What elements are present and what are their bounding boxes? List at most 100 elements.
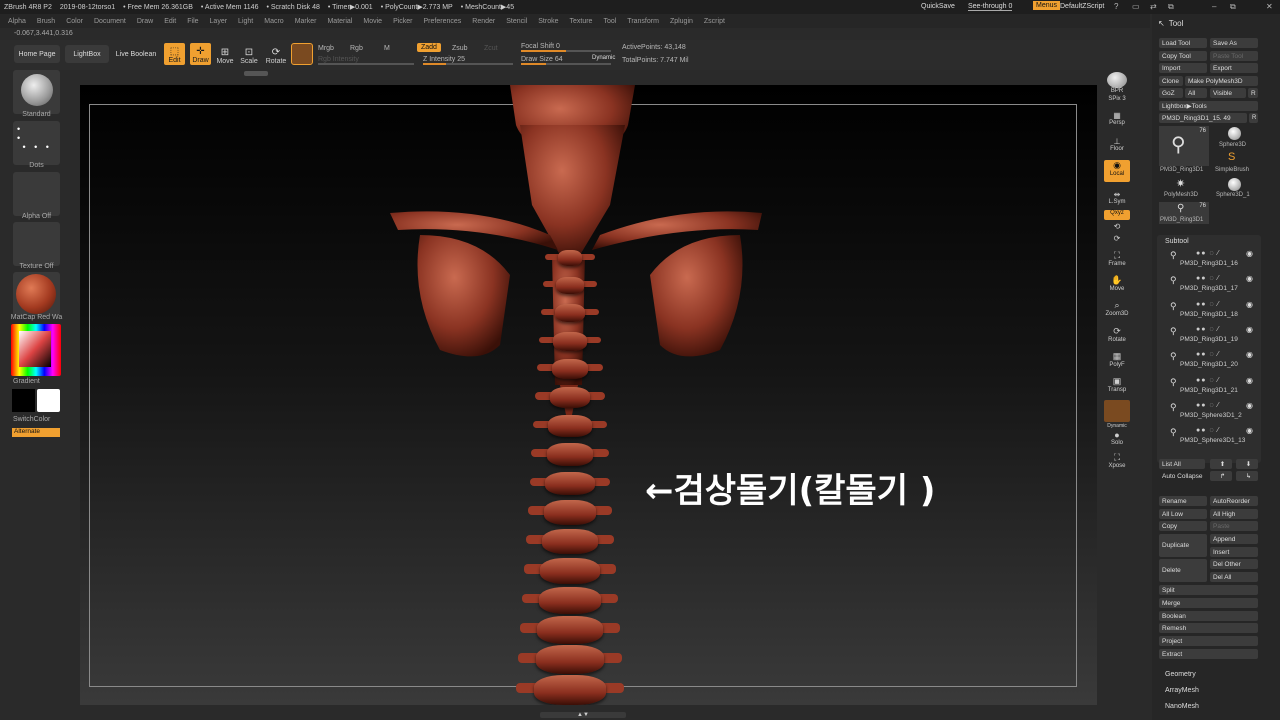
split-button[interactable]: Split [1159, 585, 1258, 595]
eye-icon[interactable]: ◉ [1246, 401, 1253, 410]
eye-icon[interactable]: ◉ [1246, 274, 1253, 283]
subtool-header[interactable]: Subtool [1165, 238, 1189, 245]
subtool-toggle-icons[interactable]: ●● ◌ ⁄ [1196, 301, 1220, 308]
draw-size-slider[interactable]: Draw Size 64 [521, 56, 563, 63]
shelf-scroll-handle[interactable] [244, 71, 268, 76]
menu-texture[interactable]: Texture [569, 18, 592, 25]
xyz-button[interactable]: Qxyz [1104, 210, 1130, 220]
load-tool-button[interactable]: Load Tool [1159, 38, 1207, 48]
project-button[interactable]: Project [1159, 636, 1258, 646]
move-up-arrow-icon[interactable]: ⬆ [1210, 459, 1232, 469]
solo-button[interactable]: ● Solo [1104, 430, 1130, 446]
zoom3d-button[interactable]: ⌕ Zoom3D [1104, 300, 1130, 317]
rgb-button[interactable]: Rgb [350, 45, 363, 52]
color-picker[interactable] [11, 324, 61, 376]
quicksave-button[interactable]: QuickSave [921, 3, 955, 10]
palette-icon[interactable]: ⧉ [1168, 2, 1174, 12]
eye-icon[interactable]: ◉ [1246, 300, 1253, 309]
rotate-axis-2-icon[interactable]: ⟳ [1104, 234, 1130, 243]
menu-preferences[interactable]: Preferences [424, 18, 462, 25]
tool-thumb-pm3d-ring[interactable]: 76 ⚲ [1159, 126, 1209, 166]
switchcolor-button[interactable]: SwitchColor [13, 416, 66, 423]
goz-button[interactable]: GoZ [1159, 88, 1183, 98]
z-intensity-slider[interactable]: Z Intensity 25 [423, 56, 465, 63]
copy-button[interactable]: Copy [1159, 521, 1207, 531]
close-icon[interactable]: ✕ [1266, 2, 1273, 11]
spix-slider[interactable]: SPix 3 [1104, 96, 1130, 102]
rgb-intensity-track[interactable] [318, 63, 414, 65]
eye-icon[interactable]: ◉ [1246, 376, 1253, 385]
bpr-button[interactable]: BPR [1104, 72, 1130, 94]
draw-size-track[interactable] [521, 63, 611, 65]
auto-collapse-button[interactable]: Auto Collapse [1159, 471, 1208, 481]
append-button[interactable]: Append [1210, 534, 1258, 544]
transp-button[interactable]: ▣ Transp [1104, 376, 1130, 393]
menus-button[interactable]: Menus [1033, 1, 1061, 10]
main-color-swatch[interactable] [37, 389, 60, 412]
del-other-button[interactable]: Del Other [1210, 559, 1258, 569]
subtool-toggle-icons[interactable]: ●● ◌ ⁄ [1196, 326, 1220, 333]
stroke-thumbnail[interactable]: • • • • • [13, 121, 60, 165]
subtool-item[interactable]: ⚲ ●● ◌ ⁄ ◉ PM3D_Ring3D1_21 [1166, 375, 1258, 397]
subtool-toggle-icons[interactable]: ●● ◌ ⁄ [1196, 402, 1220, 409]
zcut-button[interactable]: Zcut [484, 45, 498, 52]
subtool-toggle-icons[interactable]: ●● ◌ ⁄ [1196, 427, 1220, 434]
autoreorder-button[interactable]: AutoReorder [1210, 496, 1258, 506]
goz-visible-button[interactable]: Visible [1210, 88, 1246, 98]
alpha-thumbnail[interactable] [13, 172, 60, 216]
menu-layer[interactable]: Layer [210, 18, 228, 25]
subtool-item[interactable]: ⚲ ●● ◌ ⁄ ◉ PM3D_Ring3D1_18 [1166, 299, 1258, 321]
current-tool-slider[interactable]: PM3D_Ring3D1_15. 49 [1159, 113, 1247, 123]
rename-button[interactable]: Rename [1159, 496, 1207, 506]
brush-thumbnail[interactable] [13, 70, 60, 114]
rotate-axis-icon[interactable]: ⟲ [1104, 222, 1130, 231]
lightbox-button[interactable]: LightBox [65, 45, 109, 63]
help-icon[interactable]: ? [1114, 2, 1118, 11]
delete-button[interactable]: Delete [1159, 559, 1207, 582]
nanomesh-section[interactable]: NanoMesh [1165, 703, 1199, 710]
del-all-button[interactable]: Del All [1210, 572, 1258, 582]
subtool-toggle-icons[interactable]: ●● ◌ ⁄ [1196, 275, 1220, 282]
arrow-right-up-icon[interactable]: ↱ [1210, 471, 1232, 481]
alternate-button[interactable]: Alternate [12, 428, 60, 437]
material-swatch[interactable] [291, 43, 313, 65]
menu-draw[interactable]: Draw [137, 18, 153, 25]
subtool-item[interactable]: ⚲ ●● ◌ ⁄ ◉ PM3D_Sphere3D1_2 [1166, 400, 1258, 422]
paste-tool-button[interactable]: Paste Tool [1210, 51, 1258, 61]
focal-shift-track[interactable] [521, 50, 611, 52]
canvas-viewport[interactable]: ←검상돌기(칼돌기 ) [80, 85, 1097, 705]
frame-button[interactable]: ⛶ Frame [1104, 250, 1130, 267]
layout-icon[interactable]: ▭ [1132, 2, 1140, 11]
move-view-button[interactable]: ✋ Move [1104, 275, 1130, 292]
rotate-button[interactable]: ⟳ Rotate [265, 43, 287, 65]
move-down-arrow-icon[interactable]: ⬇ [1236, 459, 1258, 469]
tool-header[interactable]: ↖ Tool [1152, 14, 1280, 32]
subtool-item[interactable]: ⚲ ●● ◌ ⁄ ◉ PM3D_Ring3D1_17 [1166, 273, 1258, 295]
insert-button[interactable]: Insert [1210, 547, 1258, 557]
m-button[interactable]: M [384, 45, 390, 52]
minimize-icon[interactable]: – [1212, 2, 1216, 11]
all-low-button[interactable]: All Low [1159, 509, 1207, 519]
current-tool-r-button[interactable]: R [1249, 113, 1258, 123]
subtool-toggle-icons[interactable]: ●● ◌ ⁄ [1196, 250, 1220, 257]
material-thumbnail[interactable] [13, 272, 60, 316]
menu-tool[interactable]: Tool [603, 18, 616, 25]
menu-stencil[interactable]: Stencil [506, 18, 527, 25]
all-high-button[interactable]: All High [1210, 509, 1258, 519]
arraymesh-section[interactable]: ArrayMesh [1165, 687, 1199, 694]
menu-stroke[interactable]: Stroke [538, 18, 558, 25]
menu-movie[interactable]: Movie [363, 18, 382, 25]
boolean-button[interactable]: Boolean [1159, 611, 1258, 621]
arrow-down-right-icon[interactable]: ↳ [1236, 471, 1258, 481]
zadd-button[interactable]: Zadd [417, 43, 441, 52]
subtool-toggle-icons[interactable]: ●● ◌ ⁄ [1196, 351, 1220, 358]
home-page-button[interactable]: Home Page [14, 45, 60, 63]
menu-zplugin[interactable]: Zplugin [670, 18, 693, 25]
menu-picker[interactable]: Picker [393, 18, 412, 25]
menu-document[interactable]: Document [94, 18, 126, 25]
list-all-button[interactable]: List All [1159, 459, 1205, 469]
restore-icon[interactable]: ⧉ [1230, 2, 1236, 12]
remesh-button[interactable]: Remesh [1159, 623, 1258, 633]
rotate-view-button[interactable]: ⟳ Rotate [1104, 326, 1130, 343]
local-button[interactable]: ◉ Local [1104, 160, 1130, 182]
